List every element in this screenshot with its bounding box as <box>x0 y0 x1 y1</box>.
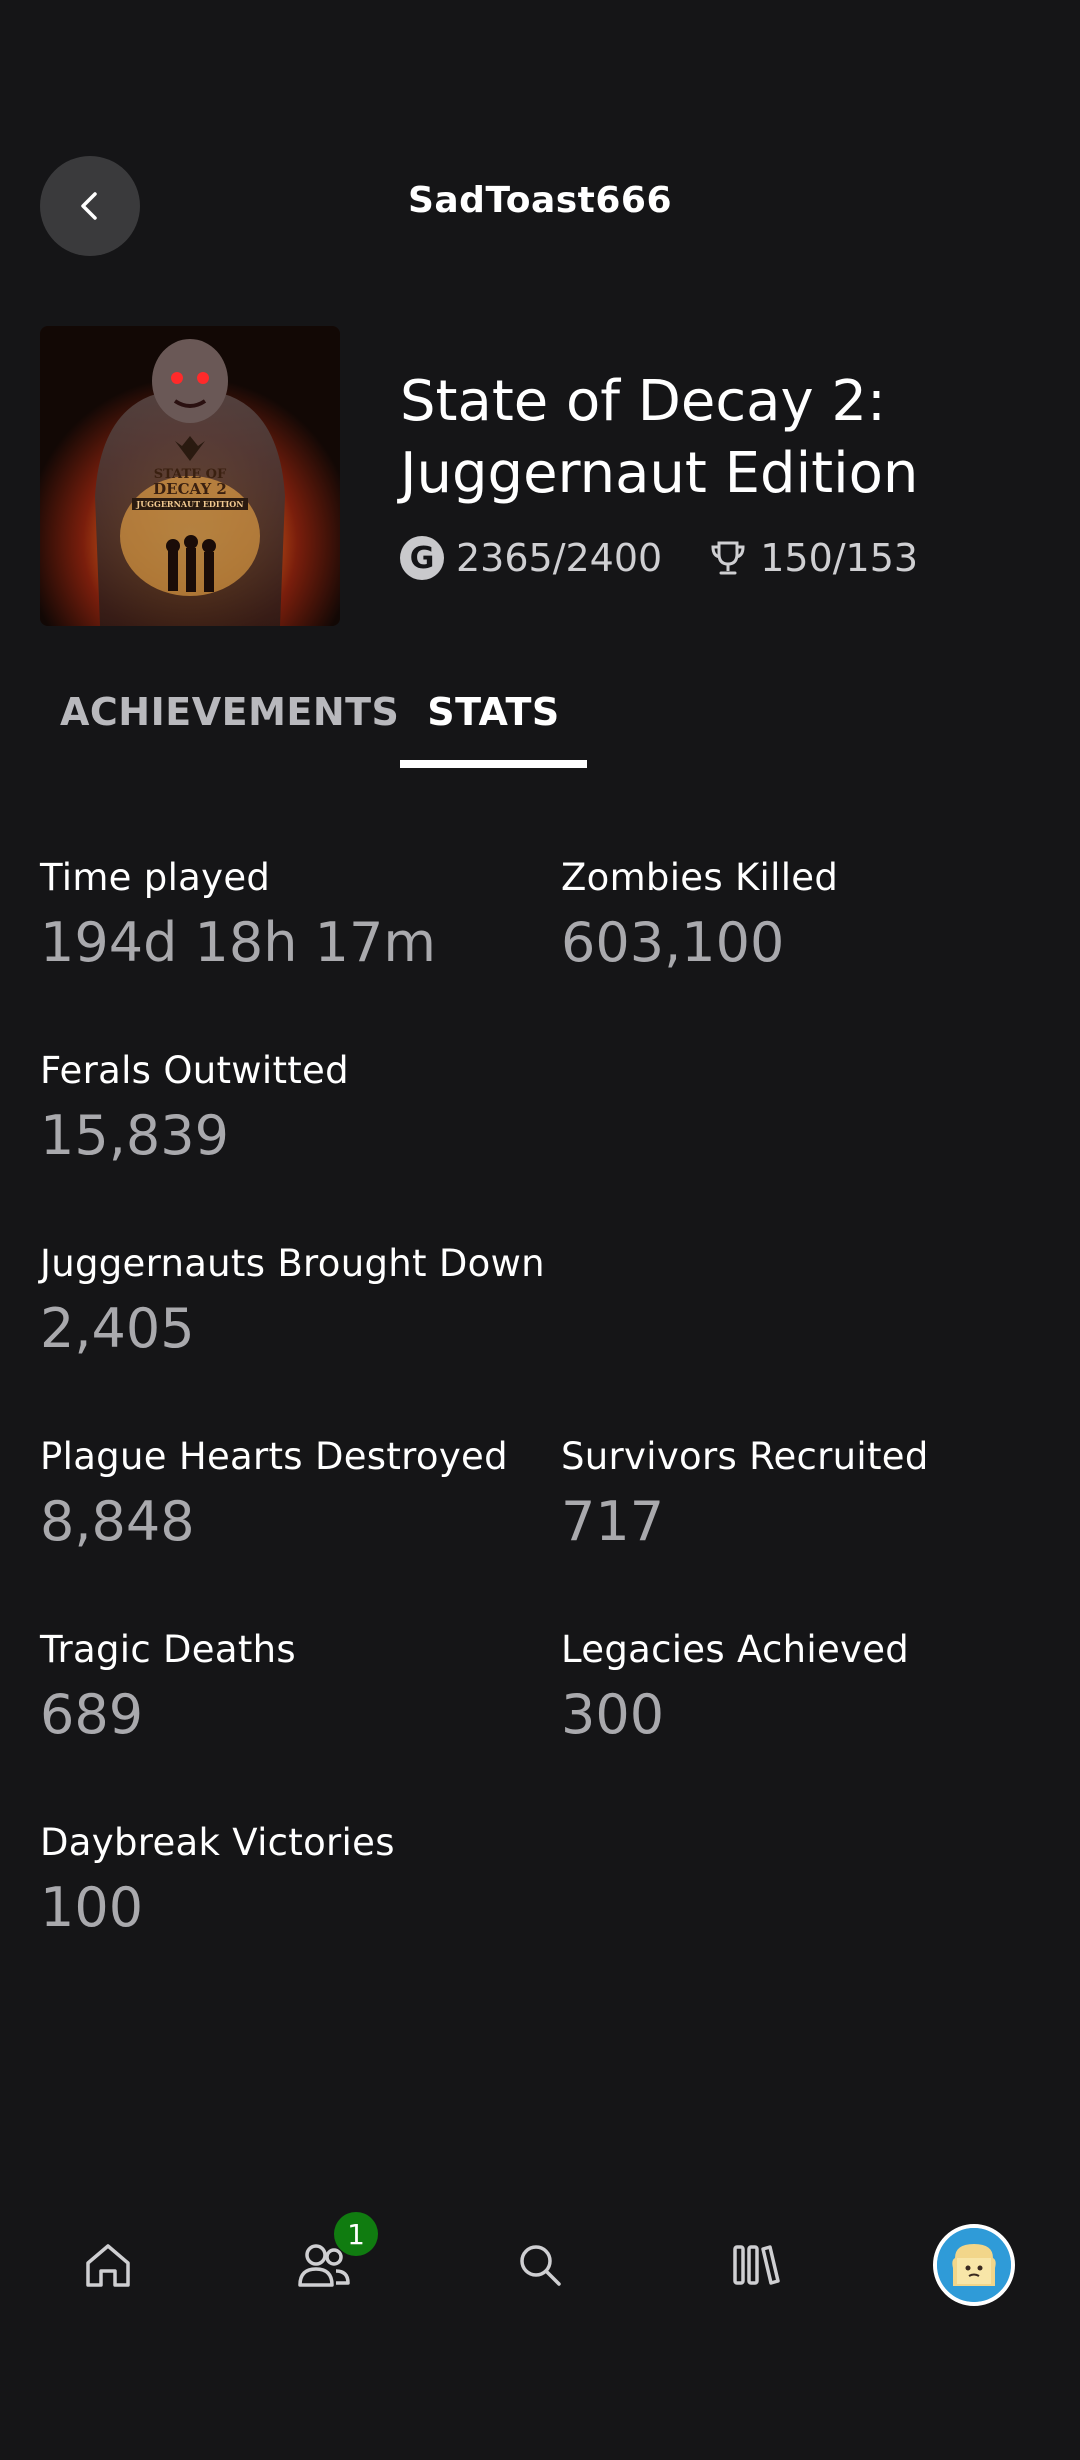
game-title-line-2: Juggernaut Edition <box>400 441 919 506</box>
stat-value: 603,100 <box>561 911 785 974</box>
active-tab-indicator <box>400 760 587 768</box>
stat-label: Tragic Deaths <box>40 1628 296 1671</box>
stat-label: Ferals Outwitted <box>40 1049 349 1092</box>
stat-value: 8,848 <box>40 1490 195 1553</box>
stat-label: Juggernauts Brought Down <box>40 1242 545 1285</box>
stat-label: Legacies Achieved <box>561 1628 910 1671</box>
game-cover-image: STATE OF DECAY 2 JUGGERNAUT EDITION <box>40 326 340 626</box>
nav-home[interactable] <box>48 2200 168 2330</box>
tab-bar: ACHIEVEMENTS STATS <box>0 690 1080 770</box>
stat-ferals-outwitted: Ferals Outwitted 15,839 <box>40 1049 349 1167</box>
stat-value: 194d 18h 17m <box>40 911 436 974</box>
tab-achievements[interactable]: ACHIEVEMENTS <box>60 690 399 758</box>
search-icon <box>520 2245 561 2286</box>
stat-label: Time played <box>40 856 271 899</box>
stat-value: 300 <box>561 1683 665 1746</box>
game-title-line-1: State of Decay 2: <box>400 369 886 434</box>
nav-social[interactable]: 1 <box>264 2200 384 2330</box>
stat-legacies-achieved: Legacies Achieved 300 <box>561 1628 909 1746</box>
stat-value: 2,405 <box>40 1297 195 1360</box>
gamerscore-value: 2365/2400 <box>456 536 663 580</box>
nav-search[interactable] <box>480 2200 600 2330</box>
bottom-nav: 1 <box>0 2200 1080 2330</box>
home-icon <box>86 2244 130 2287</box>
avatar <box>933 2224 1015 2306</box>
stat-value: 15,839 <box>40 1104 229 1167</box>
stat-label: Zombies Killed <box>561 856 839 899</box>
stat-value: 689 <box>40 1683 144 1746</box>
achievements-value: 150/153 <box>760 536 919 580</box>
cover-title-3: JUGGERNAUT EDITION <box>135 499 243 509</box>
stat-survivors-recruited: Survivors Recruited 717 <box>561 1435 929 1553</box>
stat-tragic-deaths: Tragic Deaths 689 <box>40 1628 296 1746</box>
nav-profile[interactable] <box>914 2200 1034 2330</box>
stat-juggernauts-brought-down: Juggernauts Brought Down 2,405 <box>40 1242 545 1360</box>
gamerscore-icon: G <box>400 536 444 580</box>
stat-daybreak-victories: Daybreak Victories 100 <box>40 1821 395 1939</box>
stat-plague-hearts-destroyed: Plague Hearts Destroyed 8,848 <box>40 1435 508 1553</box>
game-stats-page: SadToast666 STATE OF DECAY 2 JUGGERNAUT … <box>0 0 1080 2460</box>
notification-badge: 1 <box>334 2212 378 2256</box>
page-title: SadToast666 <box>407 180 673 221</box>
stat-label: Survivors Recruited <box>561 1435 929 1478</box>
game-title: State of Decay 2: Juggernaut Edition <box>400 366 1040 510</box>
stat-time-played: Time played 194d 18h 17m <box>40 856 436 974</box>
cover-title-2: DECAY 2 <box>153 480 227 498</box>
stat-zombies-killed: Zombies Killed 603,100 <box>561 856 838 974</box>
library-icon <box>733 2245 780 2285</box>
nav-library[interactable] <box>696 2200 816 2330</box>
stat-value: 717 <box>561 1490 665 1553</box>
tab-stats[interactable]: STATS <box>400 690 587 758</box>
stat-label: Daybreak Victories <box>40 1821 395 1864</box>
stat-value: 100 <box>40 1876 144 1939</box>
trophy-icon <box>708 538 748 578</box>
game-progress: G 2365/2400 150/153 <box>400 536 918 580</box>
stat-label: Plague Hearts Destroyed <box>40 1435 508 1478</box>
